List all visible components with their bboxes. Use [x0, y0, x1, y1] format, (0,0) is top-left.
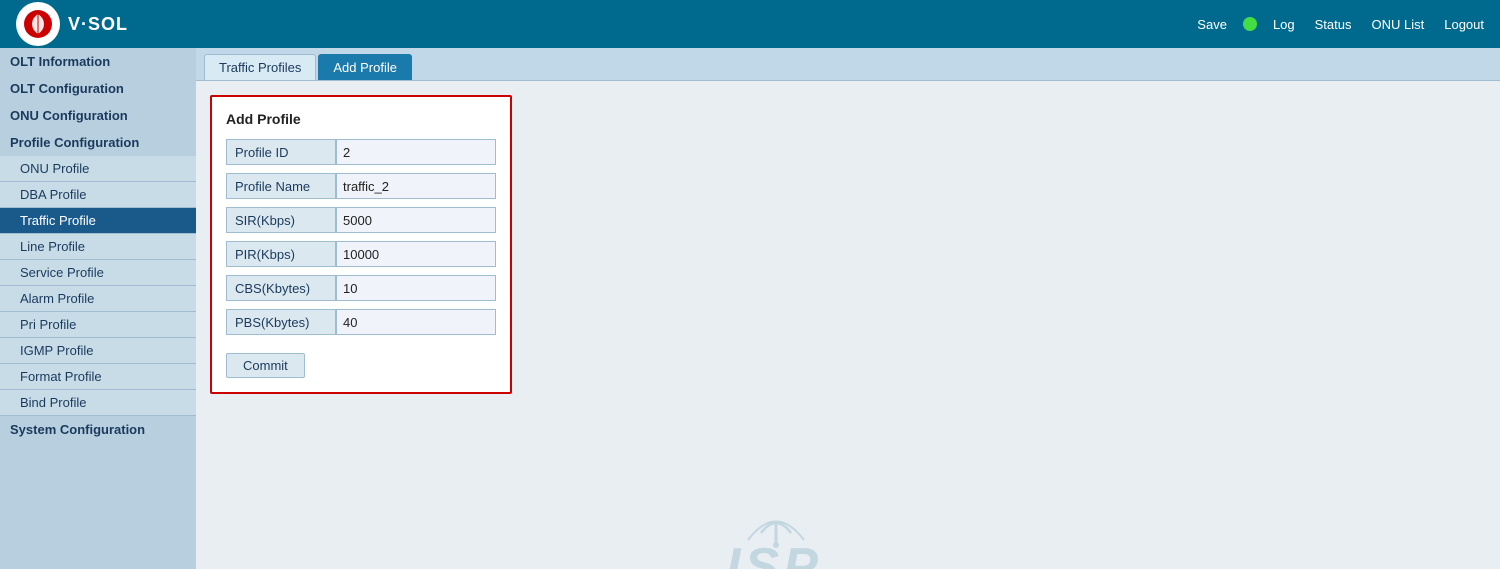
input-pbs[interactable]	[336, 309, 496, 335]
logo-icon	[16, 2, 60, 46]
sidebar-section-system-config[interactable]: System Configuration	[0, 416, 196, 443]
logo-area: V·SOL	[16, 2, 128, 46]
header-nav: Log Status ONU List Logout	[1273, 17, 1484, 32]
sidebar-item-dba-profile[interactable]: DBA Profile	[0, 182, 196, 208]
main-layout: OLT Information OLT Configuration ONU Co…	[0, 48, 1500, 569]
form-row-profile-name: Profile Name	[226, 173, 496, 199]
add-profile-form: Add Profile Profile ID Profile Name SIR(…	[210, 95, 512, 394]
save-button[interactable]: Save	[1197, 17, 1227, 32]
sidebar-item-line-profile[interactable]: Line Profile	[0, 234, 196, 260]
tab-traffic-profiles[interactable]: Traffic Profiles	[204, 54, 316, 80]
nav-onu-list[interactable]: ONU List	[1372, 17, 1425, 32]
form-row-cbs: CBS(Kbytes)	[226, 275, 496, 301]
isp-watermark-text: ISP	[726, 541, 826, 569]
label-profile-name: Profile Name	[226, 173, 336, 199]
sidebar-section-onu-config[interactable]: ONU Configuration	[0, 102, 196, 129]
sidebar-section-profile-config[interactable]: Profile Configuration	[0, 129, 196, 156]
sidebar-item-service-profile[interactable]: Service Profile	[0, 260, 196, 286]
label-sir: SIR(Kbps)	[226, 207, 336, 233]
nav-logout[interactable]: Logout	[1444, 17, 1484, 32]
label-pbs: PBS(Kbytes)	[226, 309, 336, 335]
sidebar-section-olt-info[interactable]: OLT Information	[0, 48, 196, 75]
isp-signal-icon	[726, 488, 826, 548]
nav-status[interactable]: Status	[1315, 17, 1352, 32]
sidebar-item-onu-profile[interactable]: ONU Profile	[0, 156, 196, 182]
sidebar-section-olt-config[interactable]: OLT Configuration	[0, 75, 196, 102]
label-cbs: CBS(Kbytes)	[226, 275, 336, 301]
commit-button[interactable]: Commit	[226, 353, 305, 378]
tab-bar: Traffic Profiles Add Profile	[196, 48, 1500, 81]
sidebar: OLT Information OLT Configuration ONU Co…	[0, 48, 196, 569]
nav-log[interactable]: Log	[1273, 17, 1295, 32]
header-right: Save Log Status ONU List Logout	[1197, 17, 1484, 32]
label-profile-id: Profile ID	[226, 139, 336, 165]
sidebar-item-traffic-profile[interactable]: Traffic Profile	[0, 208, 196, 234]
sidebar-item-pri-profile[interactable]: Pri Profile	[0, 312, 196, 338]
form-title: Add Profile	[226, 111, 496, 127]
tab-add-profile[interactable]: Add Profile	[318, 54, 412, 80]
form-row-profile-id: Profile ID	[226, 139, 496, 165]
input-cbs[interactable]	[336, 275, 496, 301]
label-pir: PIR(Kbps)	[226, 241, 336, 267]
main-content: Traffic Profiles Add Profile Add Profile…	[196, 48, 1500, 569]
form-row-pbs: PBS(Kbytes)	[226, 309, 496, 335]
input-profile-id[interactable]	[336, 139, 496, 165]
input-sir[interactable]	[336, 207, 496, 233]
form-row-sir: SIR(Kbps)	[226, 207, 496, 233]
input-pir[interactable]	[336, 241, 496, 267]
input-profile-name[interactable]	[336, 173, 496, 199]
sidebar-item-alarm-profile[interactable]: Alarm Profile	[0, 286, 196, 312]
sidebar-item-format-profile[interactable]: Format Profile	[0, 364, 196, 390]
sidebar-item-bind-profile[interactable]: Bind Profile	[0, 390, 196, 416]
sidebar-item-igmp-profile[interactable]: IGMP Profile	[0, 338, 196, 364]
form-row-pir: PIR(Kbps)	[226, 241, 496, 267]
header: V·SOL Save Log Status ONU List Logout	[0, 0, 1500, 48]
status-indicator	[1243, 17, 1257, 31]
logo-text: V·SOL	[68, 14, 128, 35]
